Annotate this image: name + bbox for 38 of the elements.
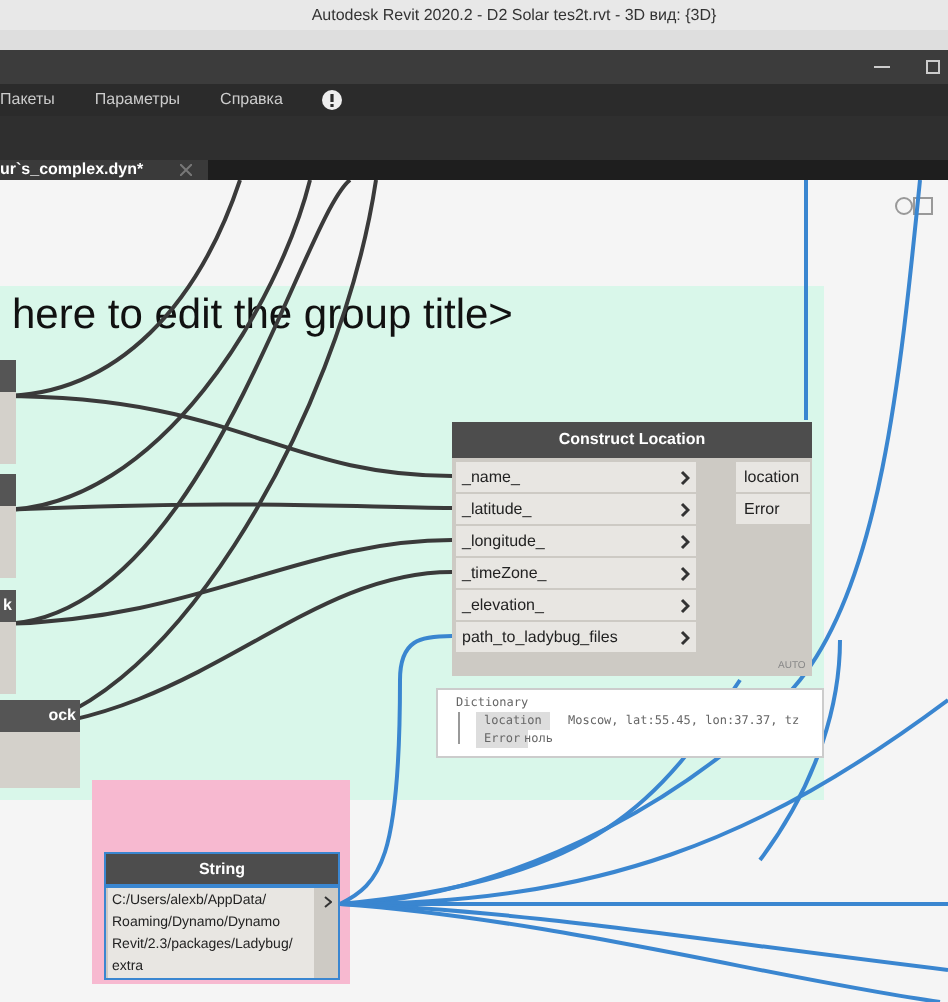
menu-item[interactable]: Справка	[220, 88, 283, 112]
node-header[interactable]: Construct Location	[452, 422, 812, 458]
maximize-icon[interactable]	[926, 60, 940, 74]
node-header[interactable]	[0, 360, 16, 392]
window-title: Autodesk Revit 2020.2 - D2 Solar tes2t.rvt - 3D вид: {3D}	[311, 3, 717, 27]
input-port[interactable]: _name_	[456, 462, 696, 492]
alert-icon[interactable]	[322, 90, 343, 110]
node-body	[0, 506, 16, 578]
port-label: path_to_ladybug_files	[462, 625, 618, 649]
menu-item[interactable]: Параметры	[94, 88, 181, 112]
port-label: _latitude_	[462, 497, 532, 521]
tree-line	[458, 712, 460, 744]
node-title: ock	[48, 704, 78, 728]
node-header[interactable]: String	[104, 852, 340, 886]
chevron-icon	[323, 896, 331, 908]
minimize-icon[interactable]	[874, 65, 890, 69]
node-body	[0, 392, 16, 464]
port-label: _elevation_	[462, 593, 544, 617]
port-label: _timeZone_	[462, 561, 547, 585]
node-header[interactable]: ock	[0, 700, 80, 732]
file-tab[interactable]: ur`s_complex.dyn*	[0, 160, 208, 180]
node-header[interactable]	[0, 474, 16, 506]
node-body	[0, 622, 16, 694]
input-port[interactable]: _latitude_	[456, 494, 696, 524]
input-port[interactable]: _elevation_	[456, 590, 696, 620]
view-toggle-icon[interactable]	[892, 196, 936, 216]
port-label: _longitude_	[462, 529, 545, 553]
output-port[interactable]: Error	[736, 494, 810, 524]
node-header[interactable]: k	[0, 590, 16, 622]
close-icon[interactable]	[179, 164, 192, 176]
input-port[interactable]: path_to_ladybug_files	[456, 622, 696, 652]
input-port[interactable]: _longitude_	[456, 526, 696, 556]
menu-item[interactable]: Пакеты	[0, 88, 55, 112]
node-title: k	[3, 594, 14, 618]
output-port[interactable]: location	[736, 462, 810, 492]
node-body	[0, 732, 80, 788]
input-port[interactable]: _timeZone_	[456, 558, 696, 588]
port-label: _name_	[462, 465, 520, 489]
